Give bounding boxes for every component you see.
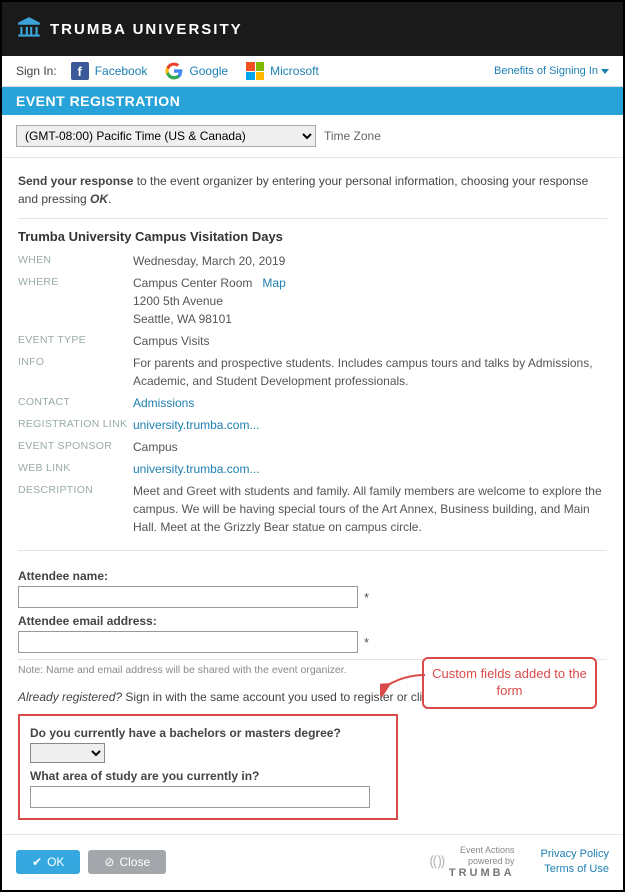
brand-header: TRUMBA UNIVERSITY — [2, 2, 623, 56]
microsoft-icon — [246, 62, 264, 80]
custom-degree-label: Do you currently have a bachelors or mas… — [30, 726, 386, 740]
custom-fields-box: Do you currently have a bachelors or mas… — [18, 714, 398, 820]
page-title: EVENT REGISTRATION — [2, 87, 623, 115]
facebook-icon: f — [71, 62, 89, 80]
signin-microsoft-label: Microsoft — [270, 64, 319, 78]
benefits-link[interactable]: Benefits of Signing In — [494, 65, 609, 77]
custom-area-label: What area of study are you currently in? — [30, 769, 386, 783]
contact-link[interactable]: Admissions — [133, 394, 607, 412]
google-icon — [165, 62, 183, 80]
cancel-icon: ⊘ — [104, 855, 114, 869]
check-icon: ✔ — [32, 855, 42, 869]
benefits-label: Benefits of Signing In — [494, 65, 598, 77]
brand-logo: TRUMBA UNIVERSITY — [16, 15, 243, 44]
where-label: WHERE — [18, 274, 133, 288]
info-label: INFO — [18, 354, 133, 368]
close-button-label: Close — [119, 855, 150, 869]
weblink-label: WEB LINK — [18, 460, 133, 474]
required-icon: * — [364, 590, 369, 605]
chevron-down-icon — [601, 69, 609, 74]
event-title: Trumba University Campus Visitation Days — [18, 229, 607, 244]
desc-label: DESCRIPTION — [18, 482, 133, 496]
attendee-email-label: Attendee email address: — [18, 614, 607, 628]
footer-bar: ✔ OK ⊘ Close ⸨⸩ Event Actions powered by… — [2, 834, 623, 890]
map-link[interactable]: Map — [262, 276, 285, 290]
footer-links: Privacy Policy Terms of Use — [541, 847, 609, 878]
reglink-label: REGISTRATION LINK — [18, 416, 133, 430]
terms-link[interactable]: Terms of Use — [541, 862, 609, 877]
close-button[interactable]: ⊘ Close — [88, 850, 166, 874]
attendee-name-label: Attendee name: — [18, 569, 607, 583]
annotation-callout: Custom fields added to the form — [422, 657, 597, 709]
attendee-email-input[interactable] — [18, 631, 358, 653]
custom-area-input[interactable] — [30, 786, 370, 808]
timezone-label: Time Zone — [324, 129, 381, 143]
app-window: TRUMBA UNIVERSITY Sign In: f Facebook Go… — [0, 0, 625, 892]
ok-button[interactable]: ✔ OK — [16, 850, 80, 874]
trumba-logo: TRUMBA — [449, 867, 515, 880]
privacy-link[interactable]: Privacy Policy — [541, 847, 609, 862]
timezone-select[interactable]: (GMT-08:00) Pacific Time (US & Canada) — [16, 125, 316, 147]
contact-label: CONTACT — [18, 394, 133, 408]
web-link[interactable]: university.trumba.com... — [133, 460, 607, 478]
signin-bar: Sign In: f Facebook Google Microsoft Ben… — [2, 56, 623, 87]
sponsor-value: Campus — [133, 438, 607, 456]
brand-name: TRUMBA UNIVERSITY — [50, 21, 243, 38]
ok-button-label: OK — [47, 855, 64, 869]
required-icon: * — [364, 635, 369, 650]
sponsor-label: EVENT SPONSOR — [18, 438, 133, 452]
intro-text: Send your response to the event organize… — [18, 172, 607, 208]
attendee-name-input[interactable] — [18, 586, 358, 608]
signin-label: Sign In: — [16, 64, 57, 78]
signin-facebook[interactable]: f Facebook — [71, 62, 148, 80]
when-value: Wednesday, March 20, 2019 — [133, 252, 607, 270]
where-value: Campus Center Room Map1200 5th AvenueSea… — [133, 274, 607, 328]
event-details: WHENWednesday, March 20, 2019 WHERECampu… — [18, 250, 607, 538]
info-value: For parents and prospective students. In… — [133, 354, 607, 390]
when-label: WHEN — [18, 252, 133, 266]
custom-degree-select[interactable] — [30, 743, 105, 763]
signin-facebook-label: Facebook — [95, 64, 148, 78]
eventtype-value: Campus Visits — [133, 332, 607, 350]
divider — [18, 218, 607, 219]
university-icon — [16, 15, 42, 44]
powered-by: ⸨⸩ Event Actions powered by TRUMBA — [430, 845, 515, 880]
eventtype-label: EVENT TYPE — [18, 332, 133, 346]
wifi-icon: ⸨⸩ — [430, 853, 445, 871]
signin-google-label: Google — [189, 64, 228, 78]
signin-microsoft[interactable]: Microsoft — [246, 62, 319, 80]
timezone-bar: (GMT-08:00) Pacific Time (US & Canada) T… — [2, 115, 623, 158]
registration-link[interactable]: university.trumba.com... — [133, 416, 607, 434]
desc-value: Meet and Greet with students and family.… — [133, 482, 607, 536]
main-content: Send your response to the event organize… — [2, 158, 623, 834]
signin-google[interactable]: Google — [165, 62, 228, 80]
